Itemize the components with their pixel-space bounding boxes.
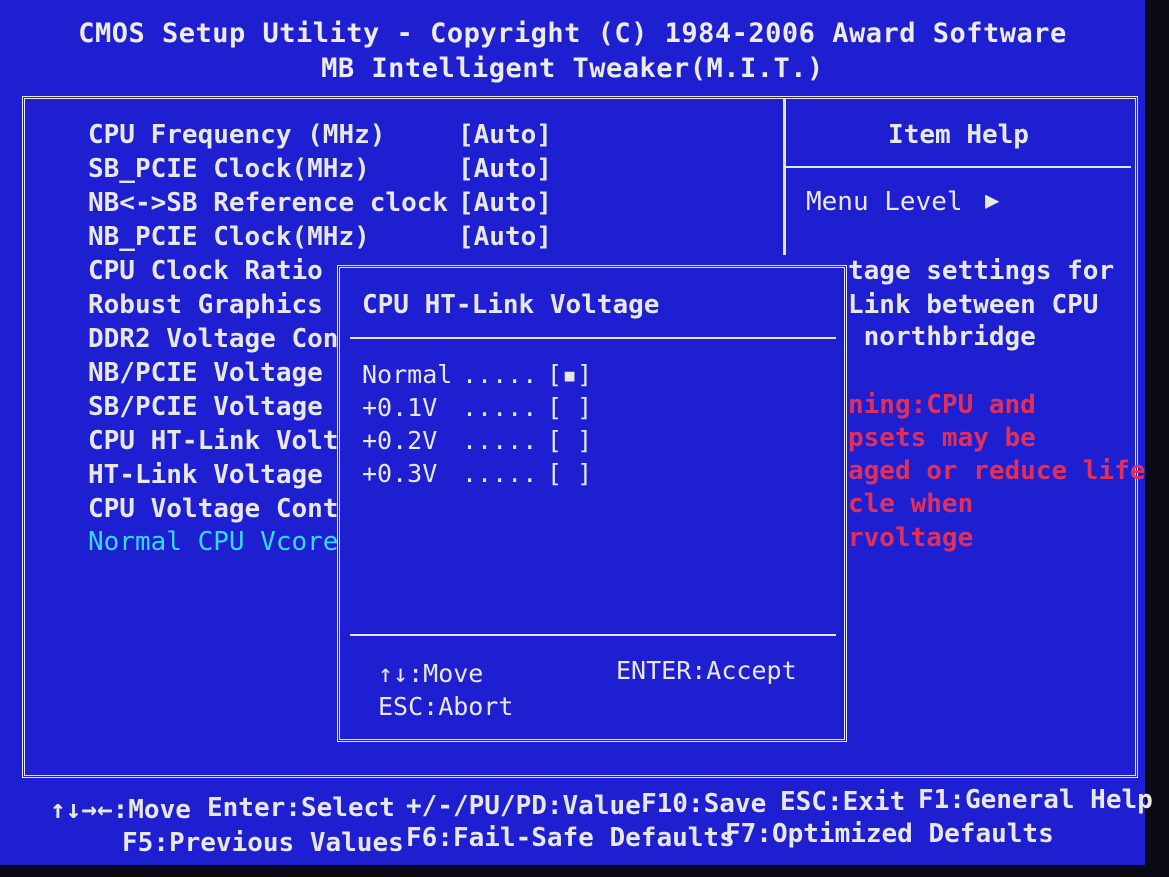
menu-value-nb-pcie-clock[interactable]: [Auto]: [458, 222, 552, 252]
option-label: Normal: [362, 360, 453, 389]
popup-title: CPU HT-Link Voltage: [362, 290, 660, 320]
voltage-popup-dialog: CPU HT-Link Voltage Normal..... [▪] +0.1V…: [337, 265, 847, 742]
help-warning-line: aged or reduce life: [848, 456, 1146, 486]
help-text-line: tage settings for: [848, 256, 1115, 286]
menu-item-sb-pcie-voltage[interactable]: SB/PCIE Voltage: [88, 392, 323, 422]
menu-value-nb-sb-reference-clock[interactable]: [Auto]: [458, 188, 552, 218]
header-subtitle: MB Intelligent Tweaker(M.I.T.): [321, 53, 824, 84]
key-previous-values: F5:Previous Values: [122, 828, 404, 858]
popup-footer-separator: [350, 634, 836, 636]
popup-option-plus-0-1v[interactable]: +0.1V..... [ ]: [362, 393, 592, 422]
menu-item-cpu-voltage-control[interactable]: CPU Voltage Contr: [88, 494, 354, 524]
key-value: +/-/PU/PD:Value: [406, 791, 641, 821]
menu-item-ht-link-voltage[interactable]: HT-Link Voltage: [88, 460, 323, 490]
popup-title-separator: [350, 337, 836, 339]
menu-item-sb-pcie-clock[interactable]: SB_PCIE Clock(MHz): [88, 154, 370, 184]
option-mark: [ ]: [547, 426, 593, 455]
menu-value-sb-pcie-clock[interactable]: [Auto]: [458, 154, 552, 184]
menu-value-cpu-frequency[interactable]: [Auto]: [458, 120, 552, 150]
option-mark: [ ]: [547, 393, 593, 422]
menu-item-cpu-clock-ratio[interactable]: CPU Clock Ratio: [88, 256, 323, 286]
option-label: +0.1V: [362, 393, 438, 422]
help-text-line: Link between CPU: [848, 290, 1099, 320]
menu-item-robust-graphics[interactable]: Robust Graphics B: [88, 290, 354, 320]
menu-item-nb-pcie-voltage[interactable]: NB/PCIE Voltage: [88, 358, 323, 388]
triangle-right-icon: ▶: [985, 186, 1000, 214]
popup-key-abort: ESC:Abort: [378, 692, 514, 721]
menu-item-nb-sb-reference-clock[interactable]: NB<->SB Reference clock: [88, 188, 448, 218]
menu-item-ddr2-voltage[interactable]: DDR2 Voltage Cont: [88, 324, 354, 354]
menu-item-normal-cpu-vcore[interactable]: Normal CPU Vcore: [88, 527, 338, 557]
popup-key-accept: ENTER:Accept: [616, 656, 797, 685]
bios-screen: CMOS Setup Utility - Copyright (C) 1984-…: [0, 0, 1153, 865]
key-enter-select: Enter:Select: [207, 793, 395, 823]
menu-item-cpu-frequency[interactable]: CPU Frequency (MHz): [88, 120, 385, 150]
popup-key-move: ↑↓:Move: [378, 659, 484, 688]
option-selected-mark: [▪]: [547, 360, 593, 389]
option-dots: .....: [462, 360, 538, 389]
menu-item-nb-pcie-clock[interactable]: NB_PCIE Clock(MHz): [88, 222, 370, 252]
help-warning-line: cle when: [848, 489, 974, 519]
help-title-separator: [786, 166, 1131, 168]
popup-option-plus-0-2v[interactable]: +0.2V..... [ ]: [362, 426, 592, 455]
menu-item-cpu-ht-link-voltage[interactable]: CPU HT-Link Volta: [88, 426, 354, 456]
key-move: ↑↓→←:Move: [50, 795, 191, 825]
help-warning-line: rvoltage: [848, 523, 974, 553]
option-dots: .....: [462, 393, 538, 422]
header-title: CMOS Setup Utility - Copyright (C) 1984-…: [78, 18, 1067, 49]
option-mark: [ ]: [547, 459, 593, 488]
popup-option-normal[interactable]: Normal..... [▪]: [362, 360, 592, 389]
key-save: F10:Save: [641, 789, 767, 819]
key-general-help: F1:General Help: [918, 785, 1153, 815]
option-dots: .....: [462, 426, 538, 455]
item-help-title: Item Help: [888, 120, 1029, 150]
menu-level-label: Menu Level: [806, 187, 963, 217]
key-fail-safe-defaults: F6:Fail-Safe Defaults: [406, 823, 735, 853]
help-warning-line: psets may be: [848, 423, 1036, 453]
help-warning-line: ning:CPU and: [848, 390, 1036, 420]
help-text-line: northbridge: [848, 322, 1036, 352]
key-exit: ESC:Exit: [780, 787, 906, 817]
option-label: +0.2V: [362, 426, 438, 455]
key-optimized-defaults: F7:Optimized Defaults: [725, 819, 1054, 849]
option-dots: .....: [462, 459, 538, 488]
popup-option-plus-0-3v[interactable]: +0.3V..... [ ]: [362, 459, 592, 488]
option-label: +0.3V: [362, 459, 438, 488]
